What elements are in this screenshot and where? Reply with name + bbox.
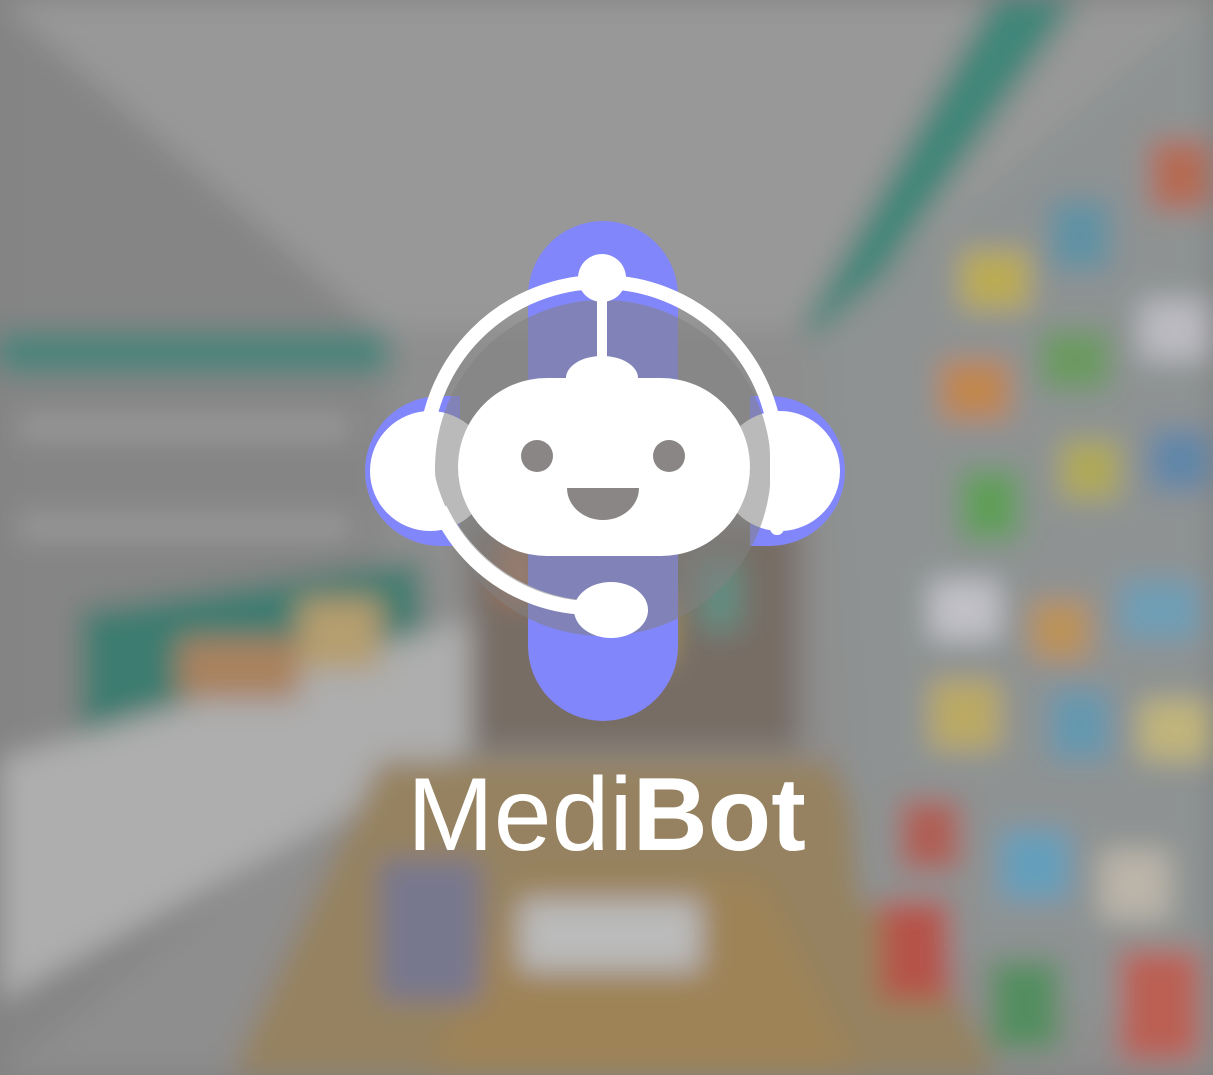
app-brand-title: MediBot [0, 755, 1213, 875]
splash-screen: MediBot [0, 0, 1213, 1075]
brand-bold-part: Bot [632, 757, 806, 873]
robot-headset-icon [350, 218, 860, 728]
brand-light-part: Medi [407, 757, 633, 873]
